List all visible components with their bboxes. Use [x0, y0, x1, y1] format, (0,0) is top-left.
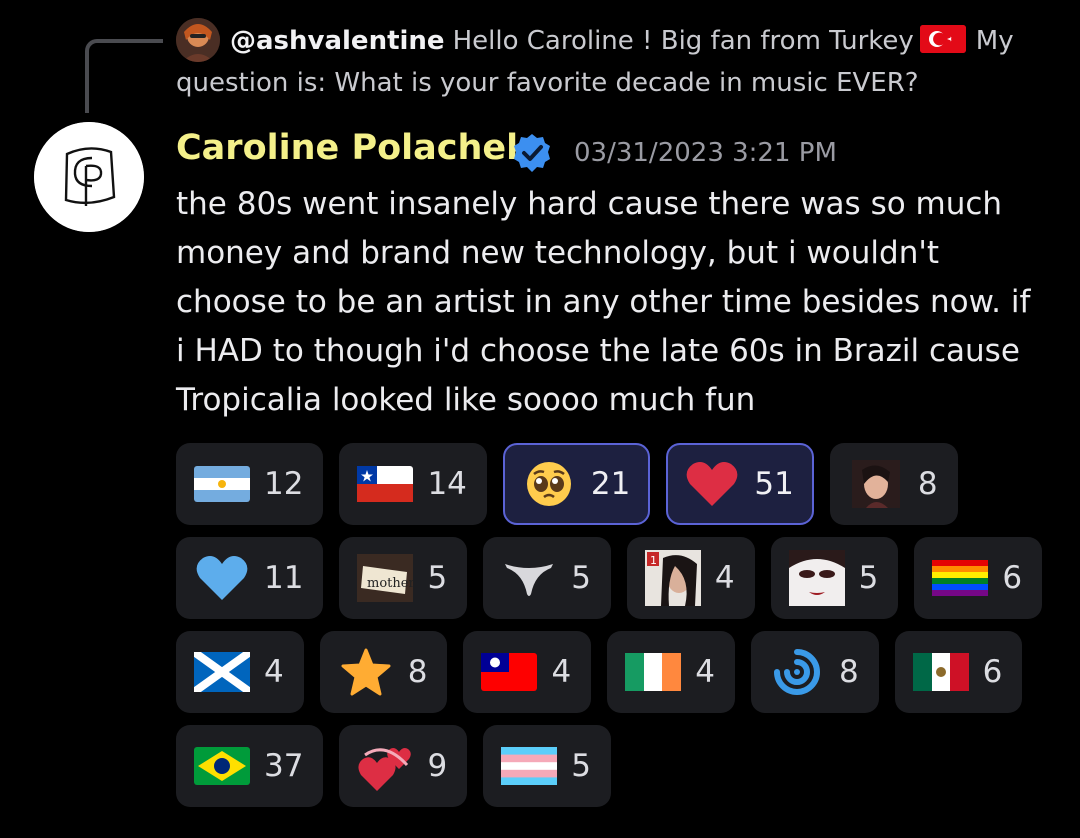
reaction-transgender-flag[interactable]: 5	[483, 725, 611, 807]
transgender-flag-icon	[501, 742, 558, 790]
reply-connector-line	[85, 39, 163, 113]
reaction-custom-mother-sign[interactable]: mother 5	[339, 537, 468, 619]
reaction-count: 4	[695, 654, 715, 690]
reaction-count: 11	[264, 560, 304, 596]
reaction-flag-taiwan[interactable]: 4	[463, 631, 592, 713]
reaction-custom-blue-swirl[interactable]: 8	[750, 631, 879, 713]
flag-brazil-icon	[194, 742, 250, 790]
reaction-flag-ireland[interactable]: 4	[607, 631, 735, 713]
reactions-bar: 12 14 21 51 8 11 mother 5 5 1 4 5 6 4 8 …	[176, 443, 1056, 819]
reply-author-handle[interactable]: @ashvalentine	[230, 26, 445, 56]
message-timestamp: 03/31/2023 3:21 PM	[574, 138, 837, 168]
reaction-custom-vampire-face[interactable]: 5	[770, 537, 899, 619]
reaction-row: 12 14 21 51 8	[176, 443, 1056, 525]
reaction-count: 8	[917, 466, 938, 502]
calendar-photo-icon: 1	[644, 550, 701, 606]
reaction-revolving-hearts[interactable]: 9	[339, 725, 468, 807]
reaction-pleading-face[interactable]: 21	[502, 443, 651, 525]
revolving-hearts-icon	[357, 742, 413, 791]
rainbow-flag-icon	[932, 554, 989, 602]
reaction-count: 4	[264, 654, 284, 690]
reaction-count: 5	[427, 560, 448, 596]
reaction-star[interactable]: 8	[319, 631, 448, 713]
reaction-count: 8	[407, 654, 428, 690]
blue-heart-icon	[194, 554, 250, 602]
flag-scotland-icon	[194, 648, 250, 696]
vampire-face-icon	[788, 550, 845, 606]
thong-icon	[501, 554, 557, 602]
reaction-count: 21	[590, 466, 631, 502]
reaction-flag-mexico[interactable]: 6	[894, 631, 1023, 713]
reaction-count: 12	[264, 466, 304, 502]
reaction-blue-heart[interactable]: 11	[176, 537, 324, 619]
reaction-custom-photo-woman[interactable]: 8	[829, 443, 958, 525]
reaction-flag-chile[interactable]: 14	[339, 443, 487, 525]
reaction-rainbow-flag[interactable]: 6	[914, 537, 1043, 619]
mother-sign-icon: mother	[357, 554, 414, 602]
flag-mexico-icon	[912, 648, 969, 696]
reaction-custom-thong[interactable]: 5	[483, 537, 611, 619]
reply-text-part1: Hello Caroline ! Big fan from Turkey	[452, 26, 914, 56]
pleading-face-icon	[521, 460, 577, 508]
message-body: the 80s went insanely hard cause there w…	[176, 186, 1031, 418]
author-name[interactable]: Caroline Polachek	[176, 128, 529, 168]
reaction-count: 4	[551, 654, 572, 690]
author-avatar[interactable]	[34, 122, 144, 232]
reaction-count: 9	[427, 748, 448, 784]
reaction-count: 4	[714, 560, 735, 596]
reaction-row: 37 9 5	[176, 725, 1056, 807]
blue-swirl-icon	[769, 648, 825, 696]
reaction-count: 6	[1002, 560, 1023, 596]
flag-chile-icon	[357, 460, 414, 508]
woman-photo-icon	[848, 460, 904, 508]
star-icon	[338, 648, 394, 696]
reaction-row: 11 mother 5 5 1 4 5 6	[176, 537, 1056, 619]
flag-taiwan-icon	[481, 648, 538, 696]
verified-badge-icon	[511, 132, 553, 174]
reaction-count: 5	[571, 560, 591, 596]
reaction-flag-argentina[interactable]: 12	[176, 443, 324, 525]
flag-ireland-icon	[625, 648, 682, 696]
reaction-count: 5	[858, 560, 879, 596]
reaction-count: 51	[754, 466, 794, 502]
turkey-flag-icon	[919, 25, 966, 53]
reaction-count: 6	[982, 654, 1003, 690]
svg-text:mother: mother	[367, 576, 413, 591]
flag-argentina-icon	[194, 460, 250, 508]
reaction-row: 4 8 4 4 8 6	[176, 631, 1056, 713]
reaction-red-heart[interactable]: 51	[666, 443, 814, 525]
reply-preview[interactable]: @ashvalentine Hello Caroline ! Big fan fr…	[176, 20, 1016, 104]
reaction-count: 14	[427, 466, 467, 502]
reaction-flag-brazil[interactable]: 37	[176, 725, 324, 807]
svg-text:1: 1	[650, 554, 657, 567]
reaction-count: 5	[571, 748, 591, 784]
reaction-flag-scotland[interactable]: 4	[176, 631, 304, 713]
reaction-count: 37	[264, 748, 304, 784]
red-heart-icon	[684, 460, 740, 508]
reaction-custom-calendar-photo[interactable]: 1 4	[626, 537, 755, 619]
reaction-count: 8	[838, 654, 859, 690]
